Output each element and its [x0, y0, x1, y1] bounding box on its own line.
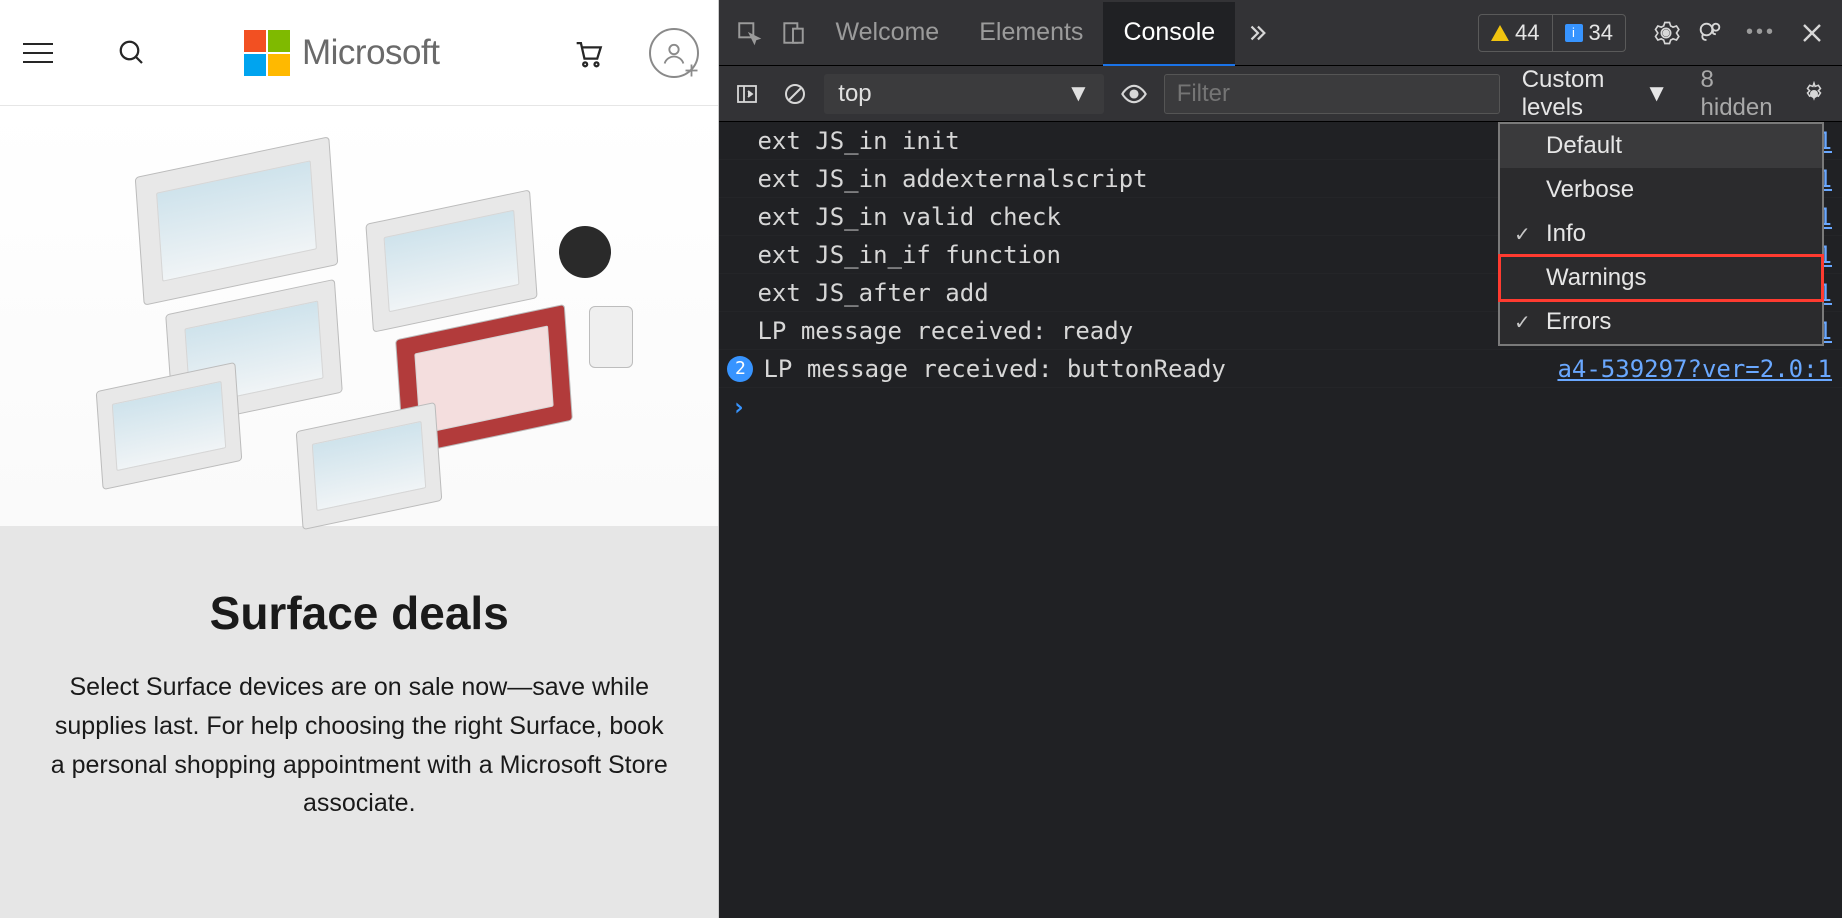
- menu-button[interactable]: [16, 31, 60, 75]
- microsoft-logo[interactable]: Microsoft: [244, 30, 530, 76]
- log-message: ext JS_in_if function: [757, 241, 1605, 269]
- devtools-tabbar: Welcome Elements Console 44 i 34 •••: [719, 0, 1842, 66]
- levels-option-default[interactable]: ✓Default: [1500, 124, 1822, 168]
- devtools-panel: Welcome Elements Console 44 i 34 •••: [719, 0, 1842, 918]
- microsoft-wordmark: Microsoft: [302, 33, 439, 73]
- log-message: ext JS_in addexternalscript: [757, 165, 1605, 193]
- feedback-button[interactable]: [1688, 11, 1732, 55]
- context-selector[interactable]: top ▼: [824, 74, 1104, 114]
- console-output: ext JS_in init.jsonp?v=2.0&d1ext JS_in a…: [719, 122, 1842, 918]
- console-toolbar: top ▼ Custom levels ▼ 8 hidden: [719, 66, 1842, 122]
- device-icon: [780, 20, 806, 46]
- promo-section: Surface deals Select Surface devices are…: [0, 526, 718, 918]
- toggle-sidebar-button[interactable]: [729, 72, 764, 116]
- chevron-double-right-icon: [1246, 22, 1268, 44]
- hero-image: [0, 106, 718, 526]
- speaker-icon: [589, 306, 633, 368]
- context-value: top: [838, 80, 871, 108]
- search-icon: [117, 38, 147, 68]
- sidebar-icon: [735, 82, 759, 106]
- tab-elements[interactable]: Elements: [959, 0, 1103, 65]
- levels-option-errors[interactable]: ✓Errors: [1500, 300, 1822, 344]
- website-viewport: Microsoft Surface deals Select Surface d…: [0, 0, 719, 918]
- close-icon: [1800, 21, 1824, 45]
- inspect-element-button[interactable]: [727, 11, 771, 55]
- more-tabs-button[interactable]: [1235, 11, 1279, 55]
- hamburger-icon: [23, 43, 53, 63]
- kebab-menu[interactable]: •••: [1732, 21, 1790, 44]
- levels-option-warnings[interactable]: ✓Warnings: [1500, 256, 1822, 300]
- user-icon: [649, 28, 699, 78]
- log-source-link[interactable]: a4-539297?ver=2.0:1: [1557, 355, 1832, 383]
- chevron-down-icon: ▼: [1067, 80, 1091, 108]
- feedback-icon: [1696, 19, 1724, 47]
- promo-description: Select Surface devices are on sale now—s…: [50, 668, 668, 823]
- site-header: Microsoft: [0, 0, 718, 106]
- levels-label: Custom levels: [1522, 66, 1637, 122]
- log-count-badge: 2: [727, 356, 753, 382]
- levels-menu: ✓Default ✓Verbose ✓Info ✓Warnings ✓Error…: [1498, 122, 1824, 346]
- clear-console-button[interactable]: [777, 72, 812, 116]
- log-levels-dropdown[interactable]: Custom levels ▼: [1512, 66, 1679, 122]
- cart-icon: [571, 36, 605, 70]
- gear-icon: [1801, 81, 1827, 107]
- console-log-row[interactable]: 2 LP message received: buttonReady a4-5392…: [719, 350, 1842, 388]
- tab-welcome[interactable]: Welcome: [815, 0, 959, 65]
- promo-title: Surface deals: [50, 586, 668, 640]
- microsoft-logo-icon: [244, 30, 290, 76]
- search-button[interactable]: [110, 31, 154, 75]
- close-devtools-button[interactable]: [1790, 11, 1834, 55]
- clear-icon: [783, 82, 807, 106]
- log-message: ext JS_in init: [757, 127, 1605, 155]
- log-message: ext JS_in valid check: [757, 203, 1605, 231]
- levels-option-info[interactable]: ✓Info: [1500, 212, 1822, 256]
- hidden-messages-count: 8 hidden: [1691, 66, 1785, 122]
- filter-input[interactable]: [1164, 74, 1500, 114]
- console-prompt[interactable]: ›: [719, 388, 1842, 426]
- cart-button[interactable]: [560, 25, 616, 81]
- log-message: LP message received: buttonReady: [763, 355, 1547, 383]
- eye-icon: [1120, 80, 1148, 108]
- chevron-down-icon: ▼: [1645, 80, 1669, 108]
- signin-button[interactable]: [646, 25, 702, 81]
- device-toolbar-button[interactable]: [771, 11, 815, 55]
- info-count: 34: [1589, 20, 1613, 46]
- info-badge[interactable]: i 34: [1552, 15, 1625, 51]
- warning-icon: [1491, 25, 1509, 41]
- settings-button[interactable]: [1644, 11, 1688, 55]
- levels-option-verbose[interactable]: ✓Verbose: [1500, 168, 1822, 212]
- inspect-icon: [736, 20, 762, 46]
- headphones-icon: [559, 226, 611, 278]
- log-message: ext JS_after add: [757, 279, 1605, 307]
- info-icon: i: [1565, 24, 1583, 42]
- console-settings-button[interactable]: [1797, 72, 1832, 116]
- warnings-count: 44: [1515, 20, 1539, 46]
- chevron-right-icon: ›: [731, 393, 745, 421]
- live-expression-button[interactable]: [1116, 72, 1151, 116]
- warnings-badge[interactable]: 44: [1479, 15, 1551, 51]
- issues-badge-group[interactable]: 44 i 34: [1478, 14, 1626, 52]
- tab-console[interactable]: Console: [1103, 2, 1235, 67]
- gear-icon: [1652, 19, 1680, 47]
